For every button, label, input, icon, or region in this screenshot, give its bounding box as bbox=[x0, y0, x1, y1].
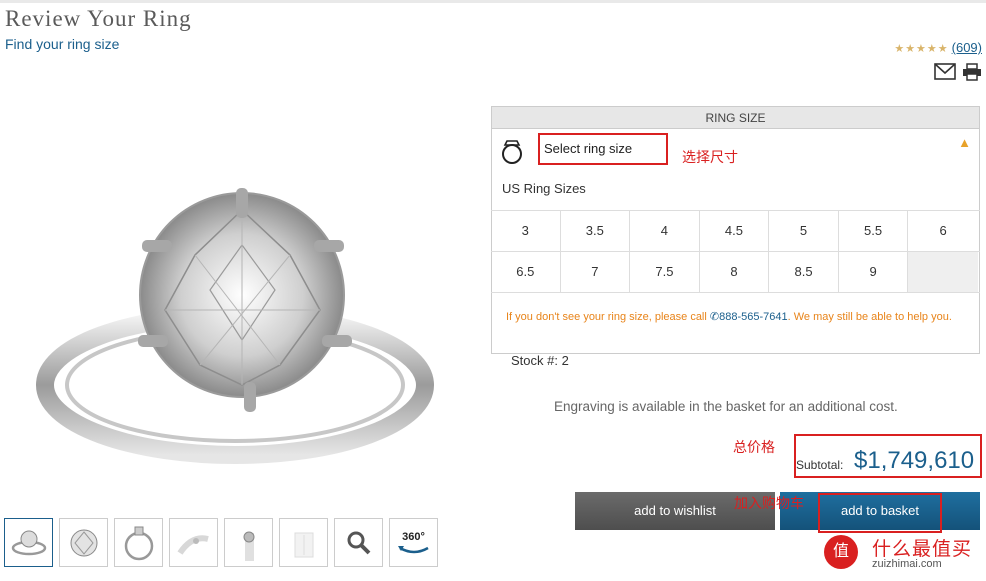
size-option[interactable]: 3 bbox=[491, 211, 561, 251]
size-option[interactable]: 8.5 bbox=[769, 252, 839, 292]
thumbnail-ring-side[interactable] bbox=[4, 518, 53, 567]
thumbnail-zoom[interactable] bbox=[334, 518, 383, 567]
top-border bbox=[0, 0, 986, 3]
rating[interactable]: ★★★★★ (609) bbox=[894, 40, 982, 55]
share-tools bbox=[934, 63, 982, 81]
annotation-total-price: 总价格 bbox=[733, 439, 775, 455]
thumbnail-ring-on-finger[interactable] bbox=[224, 518, 273, 567]
size-option[interactable]: 7.5 bbox=[630, 252, 700, 292]
engraving-note: Engraving is available in the basket for… bbox=[554, 399, 898, 414]
thumbnail-diamond-top[interactable] bbox=[59, 518, 108, 567]
size-option[interactable]: 4.5 bbox=[700, 211, 770, 251]
size-option[interactable]: 7 bbox=[561, 252, 631, 292]
thumbnail-strip: 360° bbox=[4, 518, 438, 567]
notice-text-before: If you don't see your ring size, please … bbox=[506, 311, 710, 323]
subtotal-value: $1,749,610 bbox=[854, 447, 975, 474]
annotation-add-to-cart: 加入购物车 bbox=[734, 495, 804, 511]
find-ring-size-link[interactable]: Find your ring size bbox=[5, 36, 119, 52]
ring-icon bbox=[500, 137, 524, 170]
basket-highlight bbox=[818, 493, 942, 533]
size-notice: If you don't see your ring size, please … bbox=[506, 310, 966, 325]
thumbnail-hand-model[interactable] bbox=[169, 518, 218, 567]
size-option-empty bbox=[908, 252, 978, 292]
size-option[interactable]: 3.5 bbox=[561, 211, 631, 251]
notice-text-after: . We may still be able to help you. bbox=[787, 311, 952, 323]
ring-size-grid: 3 3.5 4 4.5 5 5.5 6 6.5 7 7.5 8 8.5 9 bbox=[491, 210, 980, 293]
size-option[interactable]: 6 bbox=[908, 211, 978, 251]
rotate-360-icon bbox=[397, 545, 429, 553]
size-row: 3 3.5 4 4.5 5 5.5 6 bbox=[491, 211, 980, 252]
thumbnail-360[interactable]: 360° bbox=[389, 518, 438, 567]
watermark-url: zuizhimai.com bbox=[872, 558, 942, 570]
watermark: 值 什么最值买 zuizhimai.com bbox=[818, 533, 986, 575]
size-option[interactable]: 9 bbox=[839, 252, 909, 292]
stock-number: Stock #: 2 bbox=[511, 353, 569, 368]
thumbnail-ring-box[interactable] bbox=[279, 518, 328, 567]
size-row: 6.5 7 7.5 8 8.5 9 bbox=[491, 252, 980, 293]
phone-icon: ✆ bbox=[709, 311, 720, 323]
ring-size-select-row[interactable]: Select ring size 选择尺寸 ▲ bbox=[492, 131, 979, 171]
rotate-360-label: 360° bbox=[402, 530, 425, 543]
size-option[interactable]: 4 bbox=[630, 211, 700, 251]
ring-main-image[interactable] bbox=[30, 170, 450, 490]
watermark-logo-icon: 值 bbox=[824, 535, 858, 569]
subtotal-label: Subtotal: bbox=[796, 458, 844, 472]
page-title: Review Your Ring bbox=[5, 6, 192, 31]
thumbnail-ring-profile[interactable] bbox=[114, 518, 163, 567]
review-count-link[interactable]: (609) bbox=[952, 40, 982, 55]
rating-stars-icon: ★★★★★ bbox=[894, 43, 949, 55]
ring-size-panel: RING SIZE Select ring size 选择尺寸 ▲ US Rin… bbox=[491, 106, 980, 354]
size-option[interactable]: 5 bbox=[769, 211, 839, 251]
watermark-name: 什么最值买 bbox=[872, 539, 973, 560]
size-option[interactable]: 8 bbox=[700, 252, 770, 292]
size-option[interactable]: 5.5 bbox=[839, 211, 909, 251]
chevron-up-icon[interactable]: ▲ bbox=[958, 135, 971, 150]
annotation-select-size: 选择尺寸 bbox=[682, 149, 738, 165]
size-option[interactable]: 6.5 bbox=[491, 252, 561, 292]
ring-size-select[interactable]: Select ring size bbox=[538, 133, 668, 165]
zoom-icon bbox=[347, 531, 370, 554]
email-icon[interactable] bbox=[934, 63, 956, 81]
us-ring-sizes-label: US Ring Sizes bbox=[502, 181, 586, 196]
print-icon[interactable] bbox=[962, 63, 982, 81]
phone-link[interactable]: 888-565-7641 bbox=[719, 311, 788, 323]
ring-size-header: RING SIZE bbox=[492, 107, 979, 129]
